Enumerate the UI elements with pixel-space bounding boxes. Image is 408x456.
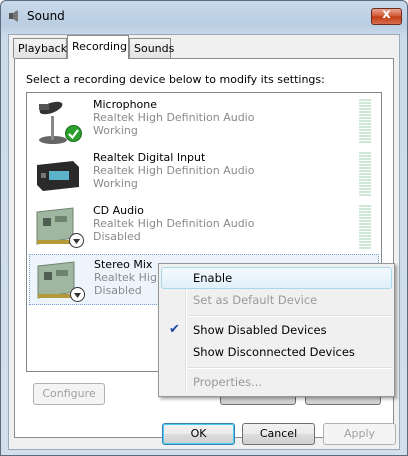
level-meter	[359, 205, 371, 249]
device-name: CD Audio	[93, 204, 144, 217]
speaker-icon	[9, 10, 18, 22]
default-check-icon	[65, 125, 82, 142]
menu-item-label: Properties...	[193, 375, 263, 389]
device-status: Disabled	[94, 284, 142, 297]
window-title: Sound	[27, 9, 65, 23]
sound-dialog: Sound x Playback Recording Sounds Select…	[0, 0, 408, 456]
apply-button[interactable]: Apply	[323, 423, 396, 445]
tab-sounds[interactable]: Sounds	[129, 38, 175, 58]
device-status: Disabled	[93, 230, 141, 243]
context-menu: Enable Set as Default Device ✔ Show Disa…	[158, 263, 395, 397]
tab-label: Recording	[72, 40, 128, 53]
level-meter	[359, 99, 371, 143]
menu-separator	[188, 315, 392, 317]
instruction-text: Select a recording device below to modif…	[26, 73, 325, 86]
device-status: Working	[93, 124, 138, 137]
device-status: Working	[93, 177, 138, 190]
tab-label: Sounds	[134, 42, 175, 55]
menu-item-label: Show Disconnected Devices	[193, 345, 355, 359]
close-icon: x	[382, 7, 391, 22]
ok-button[interactable]: OK	[162, 423, 235, 445]
disabled-arrow-icon	[69, 233, 84, 248]
configure-button[interactable]: Configure	[33, 383, 105, 405]
disabled-arrow-icon	[70, 287, 85, 302]
device-name: Microphone	[93, 98, 158, 111]
menu-item-enable[interactable]: Enable	[161, 267, 392, 289]
menu-separator	[188, 367, 392, 369]
menu-item-label: Set as Default Device	[193, 293, 318, 307]
device-driver: Realtek High Definition Audio	[93, 164, 255, 177]
title-bar[interactable]: Sound x	[1, 1, 407, 33]
list-item[interactable]: CD Audio Realtek High Definition Audio D…	[29, 201, 379, 252]
menu-item-show-disabled[interactable]: ✔ Show Disabled Devices	[161, 319, 392, 341]
close-button[interactable]: x	[371, 7, 402, 25]
tab-label: Playback	[18, 42, 68, 55]
level-meter	[359, 152, 371, 196]
device-name: Stereo Mix	[94, 258, 153, 271]
menu-item-set-default[interactable]: Set as Default Device	[161, 289, 392, 311]
menu-item-label: Enable	[193, 271, 233, 285]
device-name: Realtek Digital Input	[93, 151, 206, 164]
tab-recording[interactable]: Recording	[67, 35, 129, 59]
menu-item-properties[interactable]: Properties...	[161, 371, 392, 393]
list-item[interactable]: Realtek Digital Input Realtek High Defin…	[29, 148, 379, 199]
menu-item-show-disconnected[interactable]: Show Disconnected Devices	[161, 341, 392, 363]
menu-item-label: Show Disabled Devices	[193, 323, 327, 337]
digital-input-icon	[37, 161, 79, 191]
list-item[interactable]: Microphone Realtek High Definition Audio…	[29, 95, 379, 146]
checkmark-icon: ✔	[169, 322, 180, 337]
cancel-button[interactable]: Cancel	[242, 423, 315, 445]
tab-playback[interactable]: Playback	[13, 38, 67, 58]
device-driver: Realtek High	[94, 271, 164, 284]
device-driver: Realtek High Definition Audio	[93, 217, 255, 230]
device-driver: Realtek High Definition Audio	[93, 111, 255, 124]
